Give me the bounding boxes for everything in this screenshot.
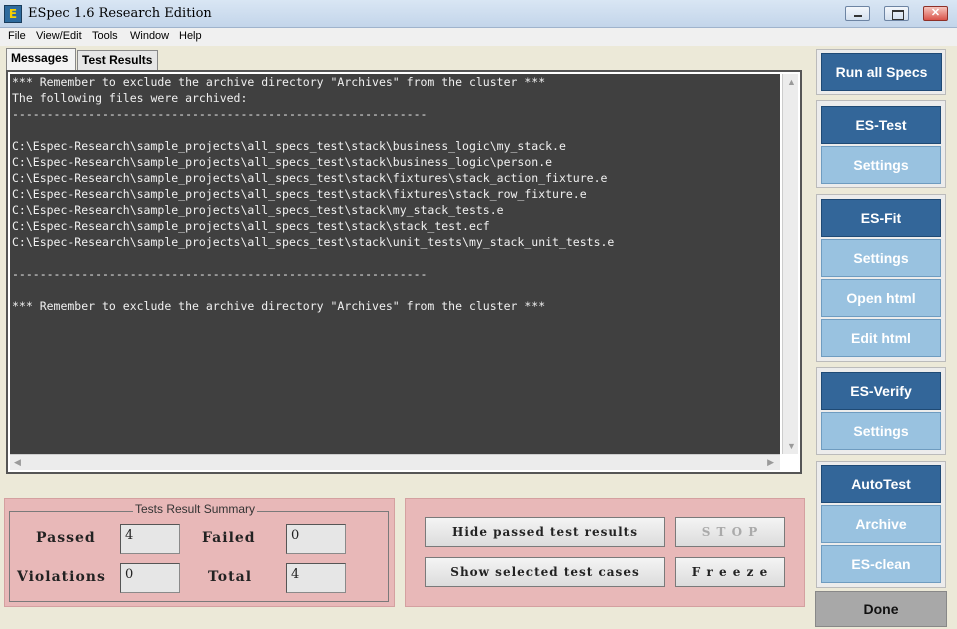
tab-test-results[interactable]: Test Results bbox=[77, 50, 158, 70]
scroll-left-icon[interactable]: ◀ bbox=[14, 457, 21, 468]
passed-field: 4 bbox=[120, 524, 180, 554]
close-button[interactable] bbox=[923, 6, 948, 21]
summary-title: Tests Result Summary bbox=[133, 502, 258, 516]
scroll-right-icon[interactable]: ▶ bbox=[767, 457, 774, 468]
es-test-button[interactable]: ES-Test bbox=[821, 106, 941, 144]
espec-app-icon[interactable]: E bbox=[4, 5, 22, 23]
menu-view-edit[interactable]: View/Edit bbox=[36, 30, 82, 42]
title-bar: E ESpec 1.6 Research Edition bbox=[0, 0, 957, 28]
message-line: *** Remember to exclude the archive dire… bbox=[12, 75, 546, 89]
vertical-scrollbar[interactable]: ▲ ▼ bbox=[782, 74, 798, 454]
passed-label: Passed bbox=[36, 530, 96, 546]
menu-help[interactable]: Help bbox=[179, 30, 202, 42]
message-line: C:\Espec-Research\sample_projects\all_sp… bbox=[12, 187, 587, 201]
horizontal-scrollbar[interactable]: ◀ ▶ bbox=[10, 454, 780, 470]
message-line: The following files were archived: bbox=[12, 91, 248, 105]
failed-field: 0 bbox=[286, 524, 346, 554]
archive-button[interactable]: Archive bbox=[821, 505, 941, 543]
scroll-up-icon[interactable]: ▲ bbox=[787, 77, 796, 87]
minimize-button[interactable] bbox=[845, 6, 870, 21]
message-line: C:\Espec-Research\sample_projects\all_sp… bbox=[12, 139, 566, 153]
violations-field: 0 bbox=[120, 563, 180, 593]
message-line: C:\Espec-Research\sample_projects\all_sp… bbox=[12, 219, 490, 233]
es-fit-settings-button[interactable]: Settings bbox=[821, 239, 941, 277]
show-selected-button[interactable]: Show selected test cases bbox=[425, 557, 665, 587]
message-line: C:\Espec-Research\sample_projects\all_sp… bbox=[12, 235, 615, 249]
window-title: ESpec 1.6 Research Edition bbox=[28, 6, 212, 21]
hide-passed-button[interactable]: Hide passed test results bbox=[425, 517, 665, 547]
menu-tools[interactable]: Tools bbox=[92, 30, 118, 42]
es-test-settings-button[interactable]: Settings bbox=[821, 146, 941, 184]
message-line: C:\Espec-Research\sample_projects\all_sp… bbox=[12, 203, 504, 217]
violations-label: Violations bbox=[17, 569, 106, 585]
maximize-button[interactable] bbox=[884, 6, 909, 21]
es-clean-button[interactable]: ES-clean bbox=[821, 545, 941, 583]
es-verify-button[interactable]: ES-Verify bbox=[821, 372, 941, 410]
messages-console[interactable]: *** Remember to exclude the archive dire… bbox=[10, 74, 780, 454]
menu-window[interactable]: Window bbox=[130, 30, 169, 42]
message-line: ----------------------------------------… bbox=[12, 107, 428, 121]
freeze-button[interactable]: F r e e z e bbox=[675, 557, 785, 587]
messages-panel: *** Remember to exclude the archive dire… bbox=[6, 70, 802, 474]
total-field: 4 bbox=[286, 563, 346, 593]
controls-panel bbox=[405, 498, 805, 607]
message-line: ----------------------------------------… bbox=[12, 267, 428, 281]
stop-button[interactable]: S T O P bbox=[675, 517, 785, 547]
menu-file[interactable]: File bbox=[8, 30, 26, 42]
es-verify-settings-button[interactable]: Settings bbox=[821, 412, 941, 450]
autotest-button[interactable]: AutoTest bbox=[821, 465, 941, 503]
tab-messages[interactable]: Messages bbox=[6, 48, 76, 70]
scroll-down-icon[interactable]: ▼ bbox=[787, 441, 796, 451]
open-html-button[interactable]: Open html bbox=[821, 279, 941, 317]
done-button[interactable]: Done bbox=[815, 591, 947, 627]
message-line bbox=[10, 250, 780, 266]
message-line bbox=[10, 282, 780, 298]
message-line: C:\Espec-Research\sample_projects\all_sp… bbox=[12, 155, 553, 169]
es-fit-button[interactable]: ES-Fit bbox=[821, 199, 941, 237]
message-line bbox=[10, 122, 780, 138]
message-line: *** Remember to exclude the archive dire… bbox=[12, 299, 546, 313]
message-line: C:\Espec-Research\sample_projects\all_sp… bbox=[12, 171, 608, 185]
menu-bar: File View/Edit Tools Window Help bbox=[0, 28, 957, 46]
run-all-specs-button[interactable]: Run all Specs bbox=[821, 53, 942, 91]
failed-label: Failed bbox=[202, 530, 256, 546]
total-label: Total bbox=[208, 569, 253, 585]
edit-html-button[interactable]: Edit html bbox=[821, 319, 941, 357]
